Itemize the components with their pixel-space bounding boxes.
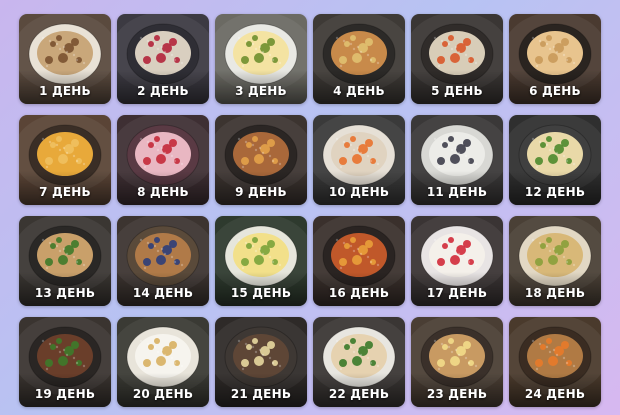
day-card-5[interactable]: 5 ДЕНЬ [411,14,503,104]
day-label: 11 ДЕНЬ [426,185,488,199]
day-label: 9 ДЕНЬ [235,185,287,199]
day-label: 5 ДЕНЬ [431,84,483,98]
day-label: 19 ДЕНЬ [34,387,96,401]
day-label: 16 ДЕНЬ [328,286,390,300]
day-card-7[interactable]: 7 ДЕНЬ [19,115,111,205]
day-card-19[interactable]: 19 ДЕНЬ [19,317,111,407]
day-card-4[interactable]: 4 ДЕНЬ [313,14,405,104]
day-card-22[interactable]: 22 ДЕНЬ [313,317,405,407]
day-label: 8 ДЕНЬ [137,185,189,199]
day-label: 24 ДЕНЬ [524,387,586,401]
day-card-11[interactable]: 11 ДЕНЬ [411,115,503,205]
day-label: 14 ДЕНЬ [132,286,194,300]
day-label: 6 ДЕНЬ [529,84,581,98]
day-card-14[interactable]: 14 ДЕНЬ [117,216,209,306]
day-card-3[interactable]: 3 ДЕНЬ [215,14,307,104]
day-label: 2 ДЕНЬ [137,84,189,98]
day-label: 4 ДЕНЬ [333,84,385,98]
days-grid: 1 ДЕНЬ 2 ДЕНЬ 3 ДЕНЬ 4 ДЕНЬ 5 ДЕНЬ 6 ДЕНЬ 7 ДЕ… [0,0,620,415]
day-label: 15 ДЕНЬ [230,286,292,300]
day-card-21[interactable]: 21 ДЕНЬ [215,317,307,407]
day-card-23[interactable]: 23 ДЕНЬ [411,317,503,407]
day-card-15[interactable]: 15 ДЕНЬ [215,216,307,306]
day-card-12[interactable]: 12 ДЕНЬ [509,115,601,205]
day-card-8[interactable]: 8 ДЕНЬ [117,115,209,205]
day-label: 1 ДЕНЬ [39,84,91,98]
day-label: 3 ДЕНЬ [235,84,287,98]
day-label: 21 ДЕНЬ [230,387,292,401]
day-label: 7 ДЕНЬ [39,185,91,199]
day-label: 17 ДЕНЬ [426,286,488,300]
day-card-17[interactable]: 17 ДЕНЬ [411,216,503,306]
day-card-20[interactable]: 20 ДЕНЬ [117,317,209,407]
day-card-18[interactable]: 18 ДЕНЬ [509,216,601,306]
day-card-1[interactable]: 1 ДЕНЬ [19,14,111,104]
day-label: 22 ДЕНЬ [328,387,390,401]
day-card-6[interactable]: 6 ДЕНЬ [509,14,601,104]
day-card-13[interactable]: 13 ДЕНЬ [19,216,111,306]
day-card-10[interactable]: 10 ДЕНЬ [313,115,405,205]
day-label: 20 ДЕНЬ [132,387,194,401]
day-label: 18 ДЕНЬ [524,286,586,300]
day-label: 10 ДЕНЬ [328,185,390,199]
day-card-16[interactable]: 16 ДЕНЬ [313,216,405,306]
day-label: 13 ДЕНЬ [34,286,96,300]
day-card-24[interactable]: 24 ДЕНЬ [509,317,601,407]
day-label: 23 ДЕНЬ [426,387,488,401]
day-label: 12 ДЕНЬ [524,185,586,199]
day-card-2[interactable]: 2 ДЕНЬ [117,14,209,104]
day-card-9[interactable]: 9 ДЕНЬ [215,115,307,205]
